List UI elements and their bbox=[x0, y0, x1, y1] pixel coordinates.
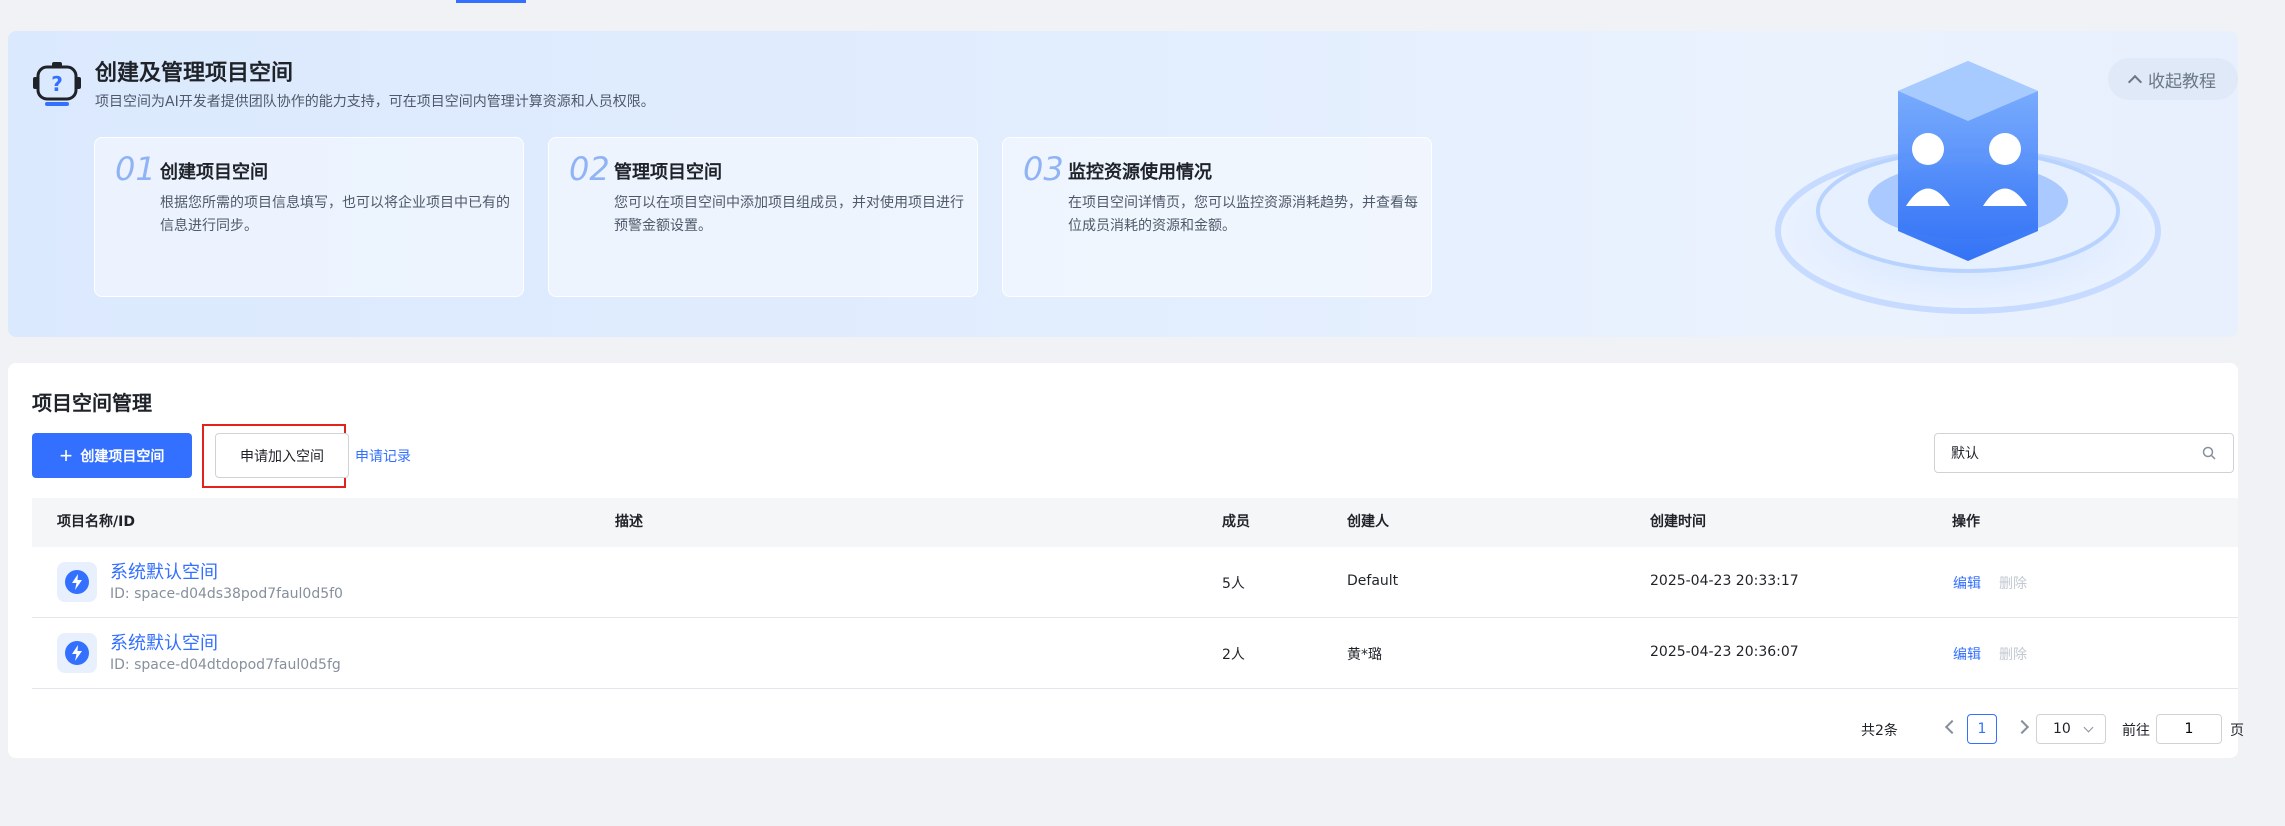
edit-link[interactable]: 编辑 bbox=[1953, 647, 1981, 663]
project-id: ID: space-d04dtdopod7faul0d5fg bbox=[110, 657, 341, 673]
search-box[interactable] bbox=[1934, 433, 2234, 473]
banner-subtitle: 项目空间为AI开发者提供团队协作的能力支持，可在项目空间内管理计算资源和人员权限… bbox=[95, 94, 655, 110]
create-project-space-button[interactable]: + 创建项目空间 bbox=[32, 433, 192, 478]
create-project-space-label: 创建项目空间 bbox=[80, 447, 165, 464]
panel-title: 项目空间管理 bbox=[32, 391, 152, 415]
step-number: 01 bbox=[115, 150, 156, 188]
banner-title: 创建及管理项目空间 bbox=[95, 61, 294, 86]
table-row: 系统默认空间 ID: space-d04dtdopod7faul0d5fg 2人… bbox=[32, 618, 2238, 689]
project-space-panel: 项目空间管理 + 创建项目空间 申请加入空间 申请记录 项目名称/ID 描述 成… bbox=[8, 363, 2244, 758]
step-description: 您可以在项目空间中添加项目组成员，并对使用项目进行预警金额设置。 bbox=[614, 195, 964, 234]
delete-link[interactable]: 删除 bbox=[1999, 576, 2027, 592]
page-unit-label: 页 bbox=[2230, 723, 2244, 739]
creator-cell: Default bbox=[1347, 573, 1399, 589]
project-space-table: 项目名称/ID 描述 成员 创建人 创建时间 操作 系统默认空间 ID: spa… bbox=[32, 498, 2238, 689]
goto-label: 前往 bbox=[2122, 723, 2150, 739]
column-header-description: 描述 bbox=[615, 514, 643, 530]
actions-cell: 编辑 删除 bbox=[1953, 573, 2027, 593]
project-id: ID: space-d04ds38pod7faul0d5f0 bbox=[110, 586, 343, 602]
step-description: 在项目空间详情页，您可以监控资源消耗趋势，并查看每位成员消耗的资源和金额。 bbox=[1068, 195, 1418, 234]
svg-text:?: ? bbox=[51, 72, 63, 96]
chevron-right-icon[interactable] bbox=[2014, 719, 2030, 735]
plus-icon: + bbox=[59, 442, 73, 468]
project-space-icon bbox=[57, 562, 97, 602]
page-number-button[interactable]: 1 bbox=[1967, 714, 1997, 744]
created-time-cell: 2025-04-23 20:36:07 bbox=[1650, 644, 1799, 660]
column-header-actions: 操作 bbox=[1952, 514, 1980, 530]
step-title: 管理项目空间 bbox=[614, 162, 722, 183]
step-number: 03 bbox=[1023, 150, 1064, 188]
active-tab-indicator bbox=[456, 0, 526, 3]
column-header-name: 项目名称/ID bbox=[57, 514, 135, 530]
column-header-creator: 创建人 bbox=[1347, 514, 1389, 530]
column-header-members: 成员 bbox=[1222, 514, 1250, 530]
column-header-created-time: 创建时间 bbox=[1650, 514, 1706, 530]
page-size-value: 10 bbox=[2053, 721, 2071, 737]
collapse-tutorial-label: 收起教程 bbox=[2148, 71, 2216, 92]
goto-page-input[interactable] bbox=[2156, 714, 2222, 744]
chevron-left-icon[interactable] bbox=[1944, 719, 1960, 735]
tutorial-banner: ? 创建及管理项目空间 项目空间为AI开发者提供团队协作的能力支持，可在项目空间… bbox=[8, 31, 2238, 337]
step-title: 创建项目空间 bbox=[160, 162, 268, 183]
project-name-link[interactable]: 系统默认空间 bbox=[110, 629, 218, 655]
total-count: 共2条 bbox=[1861, 723, 1898, 739]
step-description: 根据您所需的项目信息填写，也可以将企业项目中已有的信息进行同步。 bbox=[160, 195, 510, 234]
search-icon[interactable] bbox=[2201, 445, 2217, 461]
members-cell: 5人 bbox=[1222, 576, 1245, 592]
project-space-icon bbox=[57, 633, 97, 673]
table-header: 项目名称/ID 描述 成员 创建人 创建时间 操作 bbox=[32, 498, 2238, 547]
actions-cell: 编辑 删除 bbox=[1953, 644, 2027, 664]
step-card-monitor: 03 监控资源使用情况 在项目空间详情页，您可以监控资源消耗趋势，并查看每位成员… bbox=[1002, 137, 1432, 297]
help-robot-icon: ? bbox=[33, 62, 81, 106]
chevron-up-icon bbox=[2127, 74, 2143, 89]
created-time-cell: 2025-04-23 20:33:17 bbox=[1650, 573, 1799, 589]
chevron-down-icon bbox=[2083, 722, 2094, 732]
project-name-link[interactable]: 系统默认空间 bbox=[110, 558, 218, 584]
apply-records-link[interactable]: 申请记录 bbox=[355, 446, 411, 466]
step-title: 监控资源使用情况 bbox=[1068, 162, 1212, 183]
collapse-tutorial-button[interactable]: 收起教程 bbox=[2108, 58, 2238, 100]
table-row: 系统默认空间 ID: space-d04ds38pod7faul0d5f0 5人… bbox=[32, 547, 2238, 618]
apply-join-space-button[interactable]: 申请加入空间 bbox=[215, 433, 349, 478]
step-card-create: 01 创建项目空间 根据您所需的项目信息填写，也可以将企业项目中已有的信息进行同… bbox=[94, 137, 524, 297]
search-input[interactable] bbox=[1951, 445, 2201, 461]
creator-cell: 黄*璐 bbox=[1347, 647, 1382, 663]
page-size-select[interactable]: 10 bbox=[2036, 714, 2106, 744]
delete-link[interactable]: 删除 bbox=[1999, 647, 2027, 663]
edit-link[interactable]: 编辑 bbox=[1953, 576, 1981, 592]
pagination: 共2条 1 10 前往 页 bbox=[8, 714, 2244, 744]
members-cell: 2人 bbox=[1222, 647, 1245, 663]
step-card-manage: 02 管理项目空间 您可以在项目空间中添加项目组成员，并对使用项目进行预警金额设… bbox=[548, 137, 978, 297]
step-number: 02 bbox=[569, 150, 610, 188]
